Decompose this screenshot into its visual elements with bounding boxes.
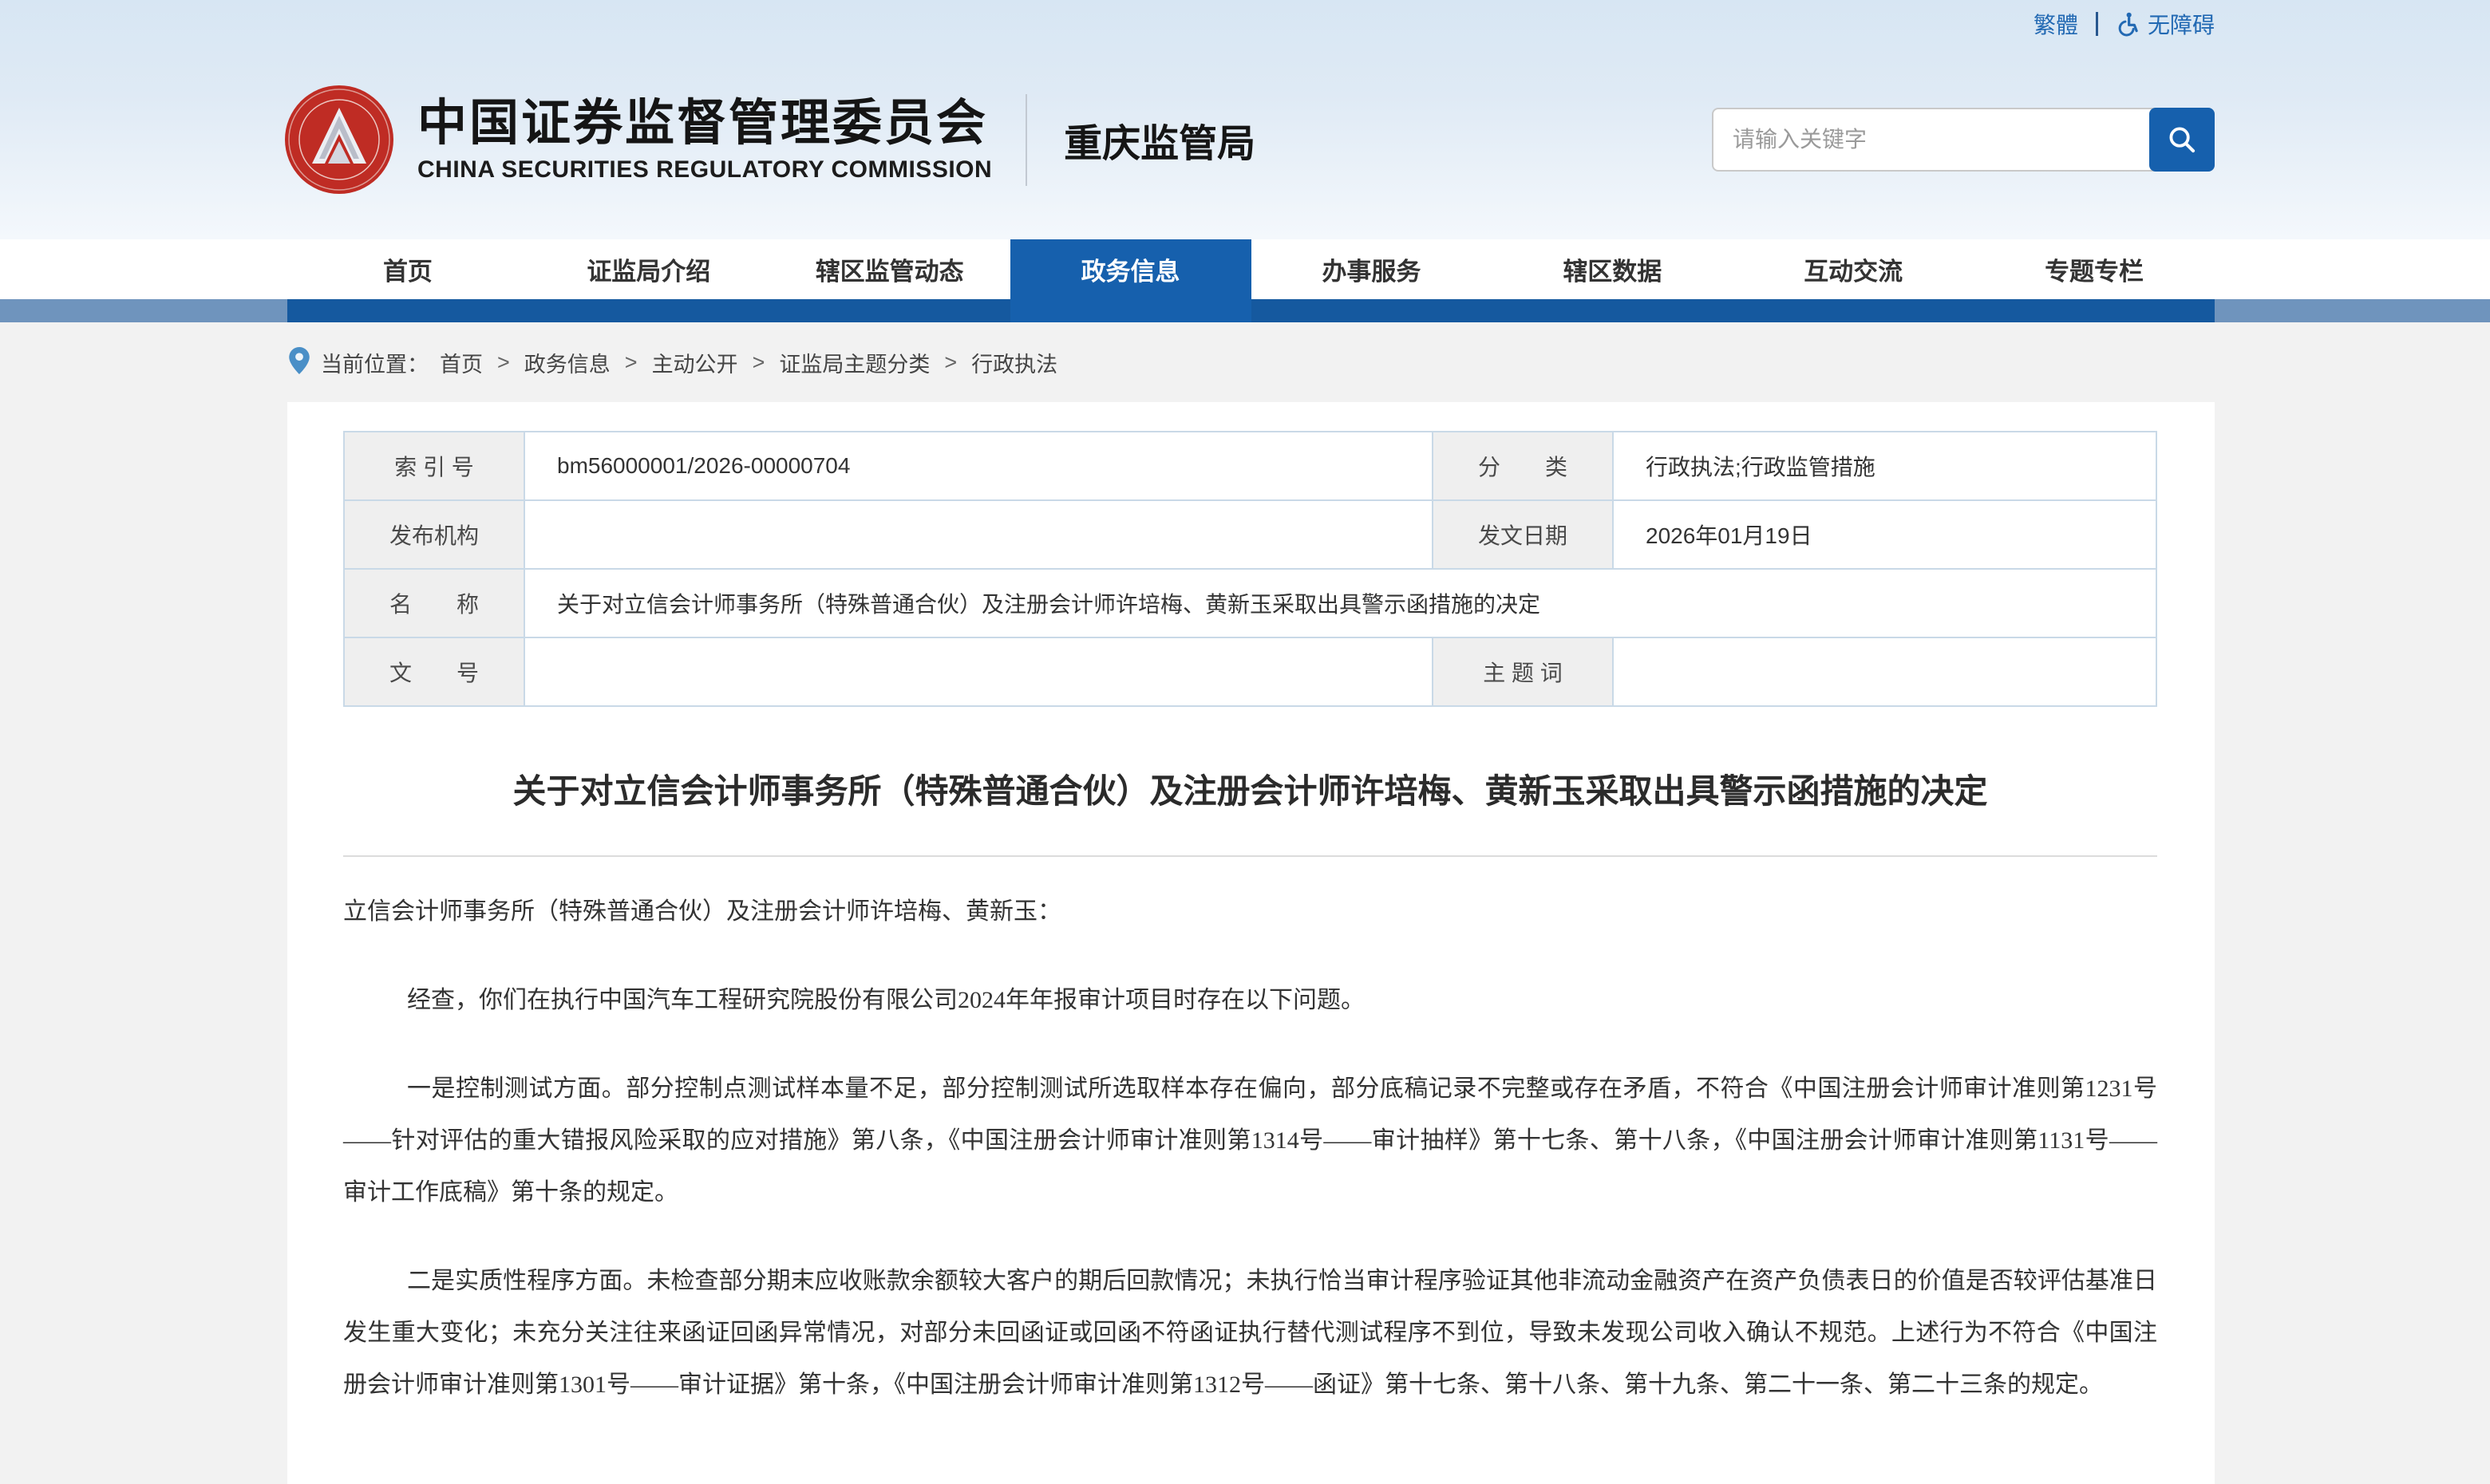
utility-bar: 繁體 无障碍 bbox=[0, 0, 2490, 40]
search-input[interactable] bbox=[1712, 108, 2154, 172]
breadcrumb-home[interactable]: 首页 bbox=[440, 347, 483, 378]
breadcrumb-government-info[interactable]: 政务信息 bbox=[524, 347, 611, 378]
meta-value-index-no: bm56000001/2026-00000704 bbox=[524, 432, 1433, 500]
breadcrumb-administrative-enforcement[interactable]: 行政执法 bbox=[971, 347, 1057, 378]
article-paragraph-issue-1: 一是控制测试方面。部分控制点测试样本量不足，部分控制测试所选取样本存在偏向，部分… bbox=[343, 1063, 2157, 1218]
table-row: 索 引 号 bm56000001/2026-00000704 分 类 行政执法;… bbox=[344, 432, 2156, 500]
topbar-divider bbox=[2096, 12, 2098, 36]
meta-value-name: 关于对立信会计师事务所（特殊普通合伙）及注册会计师许培梅、黄新玉采取出具警示函措… bbox=[524, 569, 2156, 637]
accessibility-link[interactable]: 无障碍 bbox=[2116, 8, 2215, 40]
meta-value-subject bbox=[1613, 637, 2156, 706]
article-body: 立信会计师事务所（特殊普通合伙）及注册会计师许培梅、黄新玉： 经查，你们在执行中… bbox=[343, 886, 2157, 1411]
table-row: 文 号 主 题 词 bbox=[344, 637, 2156, 706]
meta-value-category: 行政执法;行政监管措施 bbox=[1613, 432, 2156, 500]
nav-item-home[interactable]: 首页 bbox=[287, 239, 528, 299]
meta-value-issuing-org bbox=[524, 500, 1433, 569]
doc-meta-table: 索 引 号 bm56000001/2026-00000704 分 类 行政执法;… bbox=[343, 431, 2157, 707]
document-card: 索 引 号 bm56000001/2026-00000704 分 类 行政执法;… bbox=[287, 402, 2215, 1484]
meta-label-index-no: 索 引 号 bbox=[344, 432, 524, 500]
search-box bbox=[1712, 108, 2215, 172]
meta-value-issue-date: 2026年01月19日 bbox=[1613, 500, 2156, 569]
breadcrumb-separator: > bbox=[753, 350, 765, 375]
table-row: 发布机构 发文日期 2026年01月19日 bbox=[344, 500, 2156, 569]
breadcrumb-topic-category[interactable]: 证监局主题分类 bbox=[779, 347, 930, 378]
header-main: 中国证券监督管理委员会 CHINA SECURITIES REGULATORY … bbox=[0, 40, 2490, 239]
article-paragraph-issue-2: 二是实质性程序方面。未检查部分期末应收账款余额较大客户的期后回款情况；未执行恰当… bbox=[343, 1255, 2157, 1411]
nav-item-regional-data[interactable]: 辖区数据 bbox=[1492, 239, 1733, 299]
header-divider bbox=[1026, 94, 1027, 186]
nav-item-special-topics[interactable]: 专题专栏 bbox=[1974, 239, 2215, 299]
org-name-cn: 中国证券监督管理委员会 bbox=[417, 96, 992, 152]
bureau-title: 重庆监管局 bbox=[1064, 112, 1255, 168]
nav-row: 首页 证监局介绍 辖区监管动态 政务信息 办事服务 辖区数据 互动交流 专题专栏 bbox=[287, 239, 2215, 322]
meta-value-doc-no bbox=[524, 637, 1433, 706]
meta-label-doc-no: 文 号 bbox=[344, 637, 524, 706]
nav-item-services[interactable]: 办事服务 bbox=[1251, 239, 1492, 299]
nav-item-interaction[interactable]: 互动交流 bbox=[1733, 239, 1974, 299]
wheelchair-icon bbox=[2116, 11, 2141, 37]
page-header: 繁體 无障碍 中国证券监督管理委员会 CHINA SECURITIES REGU… bbox=[0, 0, 2490, 239]
traditional-chinese-link[interactable]: 繁體 bbox=[2034, 8, 2078, 40]
breadcrumb-separator: > bbox=[944, 350, 957, 375]
nav-item-bureau-intro[interactable]: 证监局介绍 bbox=[528, 239, 769, 299]
accessibility-label: 无障碍 bbox=[2148, 8, 2215, 40]
location-pin-icon bbox=[289, 347, 310, 374]
csrc-chongqing-page: { "topbar": { "lang_switch": "繁體", "acce… bbox=[0, 0, 2490, 1484]
title-divider bbox=[343, 855, 2157, 857]
org-title-block: 中国证券监督管理委员会 CHINA SECURITIES REGULATORY … bbox=[417, 96, 992, 184]
meta-label-name: 名 称 bbox=[344, 569, 524, 637]
nav-item-regional-supervision[interactable]: 辖区监管动态 bbox=[769, 239, 1010, 299]
meta-label-issue-date: 发文日期 bbox=[1433, 500, 1613, 569]
main-navigation: 首页 证监局介绍 辖区监管动态 政务信息 办事服务 辖区数据 互动交流 专题专栏 bbox=[0, 239, 2490, 322]
breadcrumb: 当前位置： 首页 > 政务信息 > 主动公开 > 证监局主题分类 > 行政执法 bbox=[0, 322, 2490, 402]
search-button[interactable] bbox=[2149, 108, 2215, 172]
csrc-logo bbox=[283, 84, 395, 195]
breadcrumb-separator: > bbox=[625, 350, 638, 375]
nav-item-government-info[interactable]: 政务信息 bbox=[1010, 239, 1251, 322]
article-paragraph-intro: 经查，你们在执行中国汽车工程研究院股份有限公司2024年年报审计项目时存在以下问… bbox=[343, 974, 2157, 1026]
org-name-en: CHINA SECURITIES REGULATORY COMMISSION bbox=[417, 156, 992, 184]
magnifier-icon bbox=[2167, 124, 2197, 155]
meta-label-issuing-org: 发布机构 bbox=[344, 500, 524, 569]
article-title: 关于对立信会计师事务所（特殊普通合伙）及注册会计师许培梅、黄新玉采取出具警示函措… bbox=[343, 769, 2157, 814]
article-paragraph-salutation: 立信会计师事务所（特殊普通合伙）及注册会计师许培梅、黄新玉： bbox=[343, 886, 2157, 937]
table-row: 名 称 关于对立信会计师事务所（特殊普通合伙）及注册会计师许培梅、黄新玉采取出具… bbox=[344, 569, 2156, 637]
breadcrumb-prefix: 当前位置： bbox=[321, 347, 429, 378]
breadcrumb-separator: > bbox=[497, 350, 510, 375]
breadcrumb-proactive-disclosure[interactable]: 主动公开 bbox=[652, 347, 738, 378]
meta-label-category: 分 类 bbox=[1433, 432, 1613, 500]
meta-label-subject: 主 题 词 bbox=[1433, 637, 1613, 706]
